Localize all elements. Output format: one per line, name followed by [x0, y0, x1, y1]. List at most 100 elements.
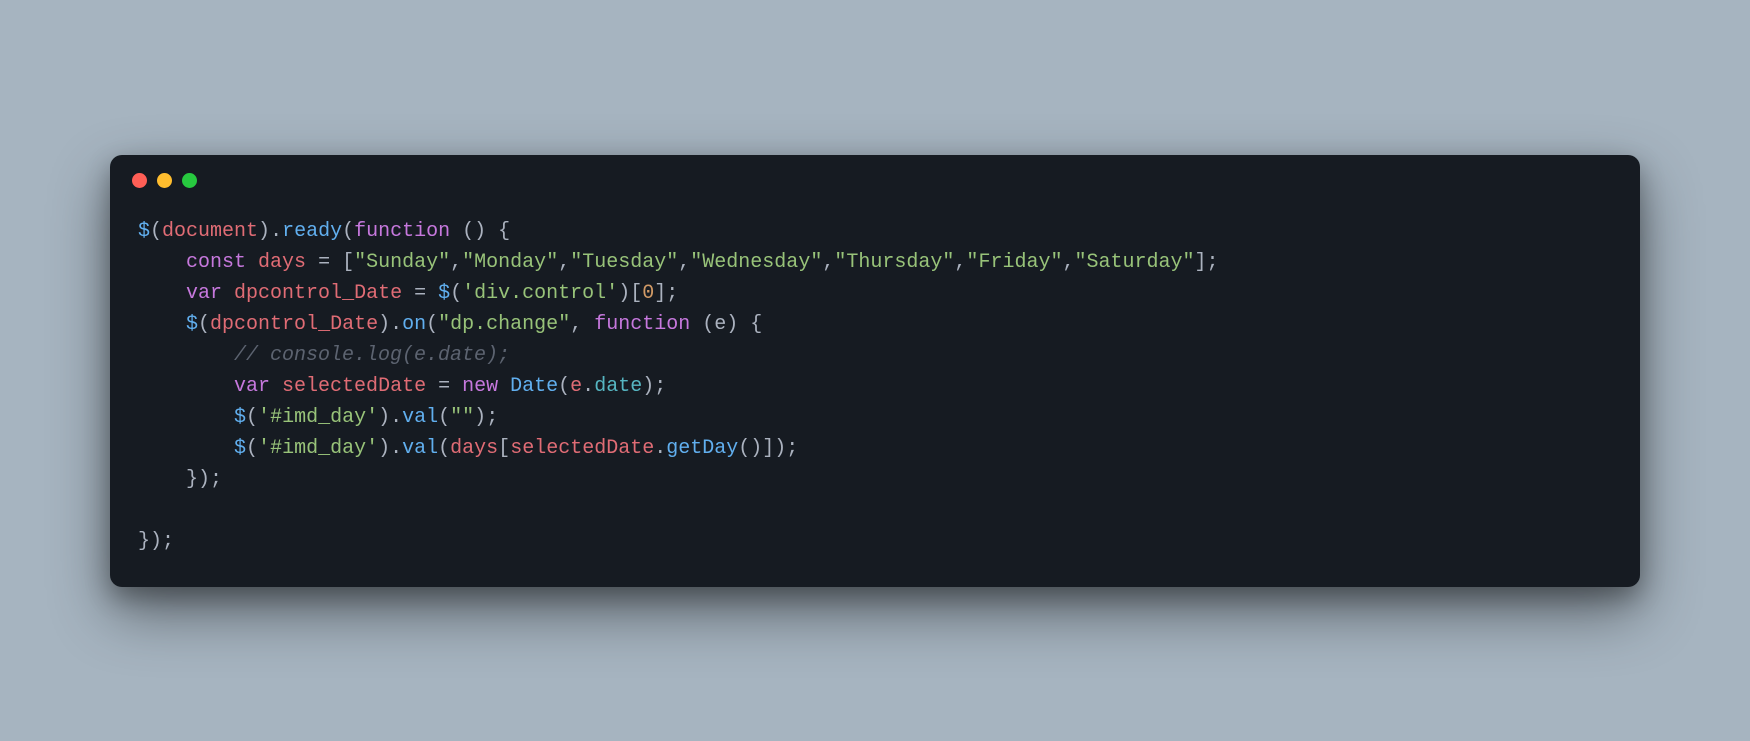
code-token: Thursday: [846, 251, 942, 274]
code-token: val: [402, 437, 438, 460]
code-token: var: [186, 282, 222, 305]
code-token: [138, 375, 234, 398]
code-token: ,: [570, 313, 594, 336]
code-token: ": [942, 251, 954, 274]
code-token: ]: [762, 437, 774, 460]
code-token: [: [498, 437, 510, 460]
code-token: $: [234, 406, 246, 429]
code-token: "": [450, 406, 474, 429]
code-token: ": [438, 313, 450, 336]
code-token: .: [390, 437, 402, 460]
code-token: function: [594, 313, 690, 336]
code-token: ': [258, 437, 270, 460]
code-token: (: [558, 375, 570, 398]
code-token: selectedDate: [282, 375, 426, 398]
code-token: ): [378, 437, 390, 460]
code-token: ): [378, 313, 390, 336]
window-titlebar: [110, 155, 1640, 206]
code-token: [138, 437, 234, 460]
code-editor-window: $(document).ready(function () { const da…: [110, 155, 1640, 587]
code-token: div.control: [474, 282, 606, 305]
code-token: ready: [282, 220, 342, 243]
code-token: .: [390, 313, 402, 336]
code-token: {: [486, 220, 510, 243]
code-token: ]: [1195, 251, 1207, 274]
code-token: ": [690, 251, 702, 274]
code-token: ): [726, 313, 738, 336]
code-token: $: [186, 313, 198, 336]
code-token: ': [366, 406, 378, 429]
code-token: (: [438, 406, 450, 429]
maximize-icon[interactable]: [182, 173, 197, 188]
code-token: $: [138, 220, 150, 243]
code-token: 0: [642, 282, 654, 305]
code-token: document: [162, 220, 258, 243]
code-token: [138, 251, 186, 274]
code-token: ;: [486, 406, 498, 429]
code-token: (): [450, 220, 486, 243]
code-token: ): [642, 375, 654, 398]
code-token: (): [738, 437, 762, 460]
code-token: e: [714, 313, 726, 336]
code-token: dp.change: [450, 313, 558, 336]
code-token: [138, 344, 234, 367]
code-token: {: [738, 313, 762, 336]
code-token: ": [834, 251, 846, 274]
code-token: ": [1183, 251, 1195, 274]
code-token: ): [774, 437, 786, 460]
code-token: ": [666, 251, 678, 274]
code-token: ": [1074, 251, 1086, 274]
code-token: ]: [654, 282, 666, 305]
code-token: dpcontrol_Date: [210, 313, 378, 336]
code-token: $: [438, 282, 450, 305]
code-token: ': [366, 437, 378, 460]
code-token: ': [462, 282, 474, 305]
code-token: (: [246, 406, 258, 429]
code-token: e: [570, 375, 582, 398]
code-token: $: [234, 437, 246, 460]
minimize-icon[interactable]: [157, 173, 172, 188]
code-token: [222, 282, 234, 305]
code-token: .: [390, 406, 402, 429]
code-token: [246, 251, 258, 274]
code-token: =: [306, 251, 342, 274]
code-token: [270, 375, 282, 398]
code-token: [138, 313, 186, 336]
code-token: (: [690, 313, 714, 336]
code-token: ': [258, 406, 270, 429]
code-token: const: [186, 251, 246, 274]
code-token: ;: [654, 375, 666, 398]
code-token: Wednesday: [702, 251, 810, 274]
code-token: .: [270, 220, 282, 243]
code-token: ": [810, 251, 822, 274]
code-token: Date: [510, 375, 558, 398]
code-token: Monday: [474, 251, 546, 274]
code-token: [498, 375, 510, 398]
code-token: #imd_day: [270, 406, 366, 429]
code-token: ": [462, 251, 474, 274]
code-token: ,: [678, 251, 690, 274]
code-token: ,: [954, 251, 966, 274]
code-token: .: [582, 375, 594, 398]
code-content: $(document).ready(function () { const da…: [110, 206, 1640, 587]
code-token: (: [450, 282, 462, 305]
code-token: Saturday: [1087, 251, 1183, 274]
code-token: #imd_day: [270, 437, 366, 460]
code-token: val: [402, 406, 438, 429]
code-token: Sunday: [366, 251, 438, 274]
code-token: });: [138, 530, 174, 553]
code-token: dpcontrol_Date: [234, 282, 402, 305]
code-token: getDay: [666, 437, 738, 460]
code-token: [138, 406, 234, 429]
code-token: (: [438, 437, 450, 460]
code-token: (: [342, 220, 354, 243]
code-token: (: [426, 313, 438, 336]
code-token: ": [1050, 251, 1062, 274]
code-token: ,: [1062, 251, 1074, 274]
code-token: [138, 282, 186, 305]
code-token: // console.log(e.date);: [234, 344, 510, 367]
close-icon[interactable]: [132, 173, 147, 188]
code-token: [138, 468, 186, 491]
code-token: ,: [822, 251, 834, 274]
code-token: function: [354, 220, 450, 243]
